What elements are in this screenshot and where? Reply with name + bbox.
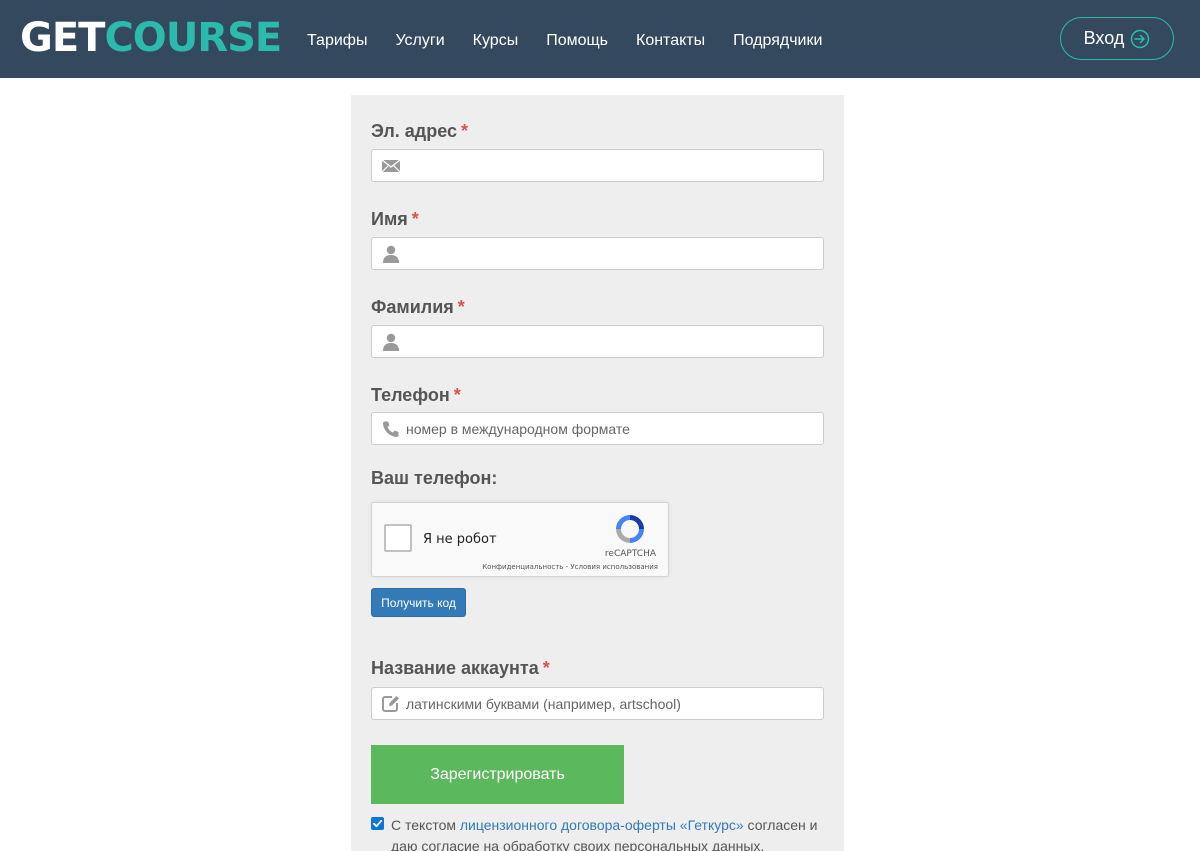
logo-text-get: GET <box>20 15 105 61</box>
register-button[interactable]: Зарегистрировать <box>371 745 624 804</box>
required-mark: * <box>457 297 465 317</box>
login-button[interactable]: Вход <box>1060 17 1174 60</box>
envelope-icon <box>381 159 401 173</box>
required-mark: * <box>542 658 550 678</box>
first-name-input[interactable] <box>406 238 818 269</box>
first-name-field <box>371 237 824 270</box>
required-mark: * <box>453 385 461 405</box>
nav-item-courses[interactable]: Курсы <box>473 31 519 51</box>
email-label-text: Эл. адрес <box>371 121 458 141</box>
nav-item-services[interactable]: Услуги <box>395 31 444 51</box>
first-name-label-text: Имя <box>371 209 408 229</box>
your-phone-label: Ваш телефон: <box>371 468 498 488</box>
top-navbar: GETCOURSE Тарифы Услуги Курсы Помощь Кон… <box>0 0 1200 78</box>
nav-item-contacts[interactable]: Контакты <box>636 31 705 51</box>
recaptcha-links: Конфиденциальность - Условия использован… <box>482 563 658 571</box>
sign-in-icon <box>1131 29 1150 48</box>
nav-item-contractors[interactable]: Подрядчики <box>733 31 822 51</box>
login-button-label: Вход <box>1083 28 1125 48</box>
person-icon <box>383 333 399 351</box>
account-name-label: Название аккаунта * <box>371 658 550 679</box>
consent-checkbox[interactable] <box>371 817 384 830</box>
phone-field <box>371 412 824 445</box>
required-mark: * <box>411 209 419 229</box>
email-label: Эл. адрес * <box>371 121 468 142</box>
phone-label-text: Телефон <box>371 385 450 405</box>
email-field <box>371 149 824 182</box>
recaptcha-label: Я не робот <box>423 532 497 547</box>
required-mark: * <box>461 121 469 141</box>
logo-text-course: COURSE <box>104 15 282 61</box>
phone-icon <box>383 421 399 437</box>
recaptcha-privacy-link[interactable]: Конфиденциальность <box>482 563 563 571</box>
recaptcha-brand: reCAPTCHA <box>604 549 656 559</box>
recaptcha-widget: Я не робот reCAPTCHA Конфиденциальность … <box>371 502 669 577</box>
account-name-input[interactable] <box>406 688 818 719</box>
person-icon <box>383 245 399 263</box>
nav-item-tariffs[interactable]: Тарифы <box>307 31 367 51</box>
account-name-field <box>371 687 824 720</box>
main-nav: Тарифы Услуги Курсы Помощь Контакты Подр… <box>307 31 850 51</box>
get-code-button[interactable]: Получить код <box>371 588 466 617</box>
nav-item-help[interactable]: Помощь <box>546 31 608 51</box>
last-name-input[interactable] <box>406 326 818 357</box>
phone-input[interactable] <box>406 413 818 444</box>
license-agreement-link[interactable]: лицензионного договора-оферты «Геткурс» <box>460 817 744 833</box>
email-input[interactable] <box>406 150 818 181</box>
recaptcha-logo-icon <box>616 515 644 543</box>
registration-form: Эл. адрес * Имя * Фамилия * Телефон * но… <box>351 95 844 851</box>
consent-text-before: С текстом <box>391 817 460 833</box>
recaptcha-checkbox[interactable] <box>384 524 412 552</box>
consent-text: С текстом лицензионного договора-оферты … <box>391 815 831 851</box>
phone-label: Телефон * <box>371 385 461 406</box>
first-name-label: Имя * <box>371 209 419 230</box>
recaptcha-terms-link[interactable]: Условия использования <box>570 563 658 571</box>
account-name-label-text: Название аккаунта <box>371 658 539 678</box>
last-name-label-text: Фамилия <box>371 297 454 317</box>
getcourse-logo[interactable]: GETCOURSE <box>20 15 282 61</box>
last-name-label: Фамилия * <box>371 297 465 318</box>
last-name-field <box>371 325 824 358</box>
edit-icon <box>382 696 399 712</box>
